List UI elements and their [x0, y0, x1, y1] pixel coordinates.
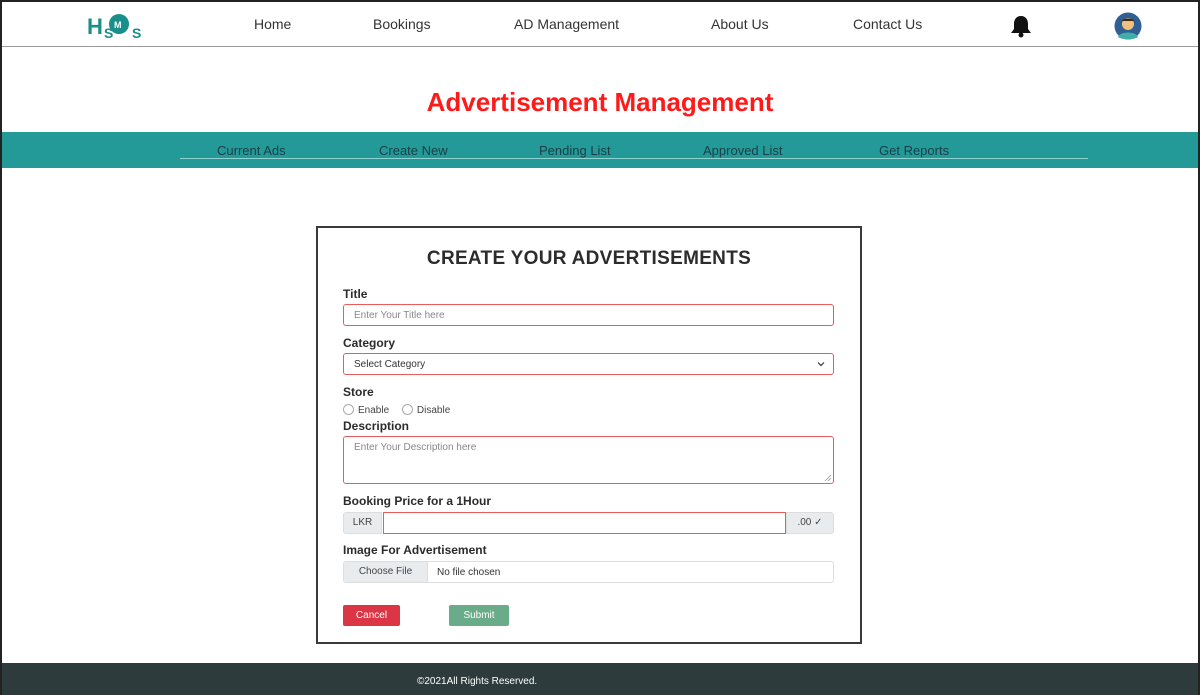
avatar-icon[interactable]	[1112, 12, 1144, 40]
store-enable-label: Enable	[358, 405, 390, 416]
title-placeholder: Enter Your Title here	[354, 310, 445, 321]
store-disable-radio[interactable]	[401, 404, 413, 415]
price-label: Booking Price for a 1Hour	[343, 494, 492, 508]
category-label: Category	[343, 336, 396, 350]
store-label: Store	[343, 385, 374, 399]
store-radio-group: Enable Disable	[343, 404, 460, 416]
description-label: Description	[343, 419, 410, 433]
title-label: Title	[343, 287, 368, 301]
description-placeholder: Enter Your Description here	[354, 442, 477, 453]
svg-text:S: S	[132, 25, 141, 40]
store-enable-radio[interactable]	[343, 404, 354, 415]
svg-text:M: M	[114, 20, 122, 30]
logo[interactable]: H M S S	[86, 10, 158, 40]
nav-bookings[interactable]: Bookings	[373, 16, 431, 32]
tab-divider	[180, 158, 1088, 159]
category-select[interactable]: Select Category	[343, 353, 834, 375]
bell-icon[interactable]	[1008, 14, 1034, 38]
choose-file-button[interactable]: Choose File	[344, 562, 428, 582]
nav-about-us[interactable]: About Us	[711, 16, 769, 32]
image-label: Image For Advertisement	[343, 543, 487, 557]
price-input[interactable]	[383, 512, 786, 534]
file-status: No file chosen	[437, 567, 501, 578]
tab-approved-list[interactable]: Approved List	[703, 143, 783, 158]
page-title: Advertisement Management	[426, 87, 774, 117]
description-textarea[interactable]: Enter Your Description here	[343, 436, 834, 484]
resize-grip-icon[interactable]	[824, 474, 831, 481]
chevron-down-icon	[817, 362, 825, 367]
cancel-button[interactable]: Cancel	[343, 605, 400, 626]
svg-text:H: H	[87, 14, 103, 39]
price-prefix: LKR	[343, 512, 382, 534]
nav-ad-management[interactable]: AD Management	[514, 16, 619, 32]
nav-contact-us[interactable]: Contact Us	[853, 16, 922, 32]
app-window: H M S S Home Bookings AD Management Abou…	[0, 0, 1200, 695]
submit-button[interactable]: Submit	[449, 605, 509, 626]
image-file-input[interactable]: Choose File No file chosen	[343, 561, 834, 583]
tab-create-new[interactable]: Create New	[379, 143, 448, 158]
form-heading: CREATE YOUR ADVERTISEMENTS	[426, 248, 752, 269]
footer-copyright: ©2021All Rights Reserved.	[417, 676, 538, 687]
store-disable-label: Disable	[416, 405, 451, 416]
top-navbar: H M S S Home Bookings AD Management Abou…	[2, 2, 1198, 47]
tab-pending-list[interactable]: Pending List	[539, 143, 611, 158]
footer: ©2021All Rights Reserved.	[2, 663, 1198, 695]
title-input[interactable]: Enter Your Title here	[343, 304, 834, 326]
category-selected-value: Select Category	[354, 359, 426, 370]
price-suffix: .00 ✓	[786, 512, 834, 534]
tab-bar: Current Ads Create New Pending List Appr…	[2, 132, 1198, 168]
tab-current-ads[interactable]: Current Ads	[217, 143, 286, 158]
create-ad-form: CREATE YOUR ADVERTISEMENTS Title Enter Y…	[316, 226, 862, 644]
tab-get-reports[interactable]: Get Reports	[879, 143, 949, 158]
nav-home[interactable]: Home	[254, 16, 291, 32]
svg-text:S: S	[104, 25, 113, 40]
